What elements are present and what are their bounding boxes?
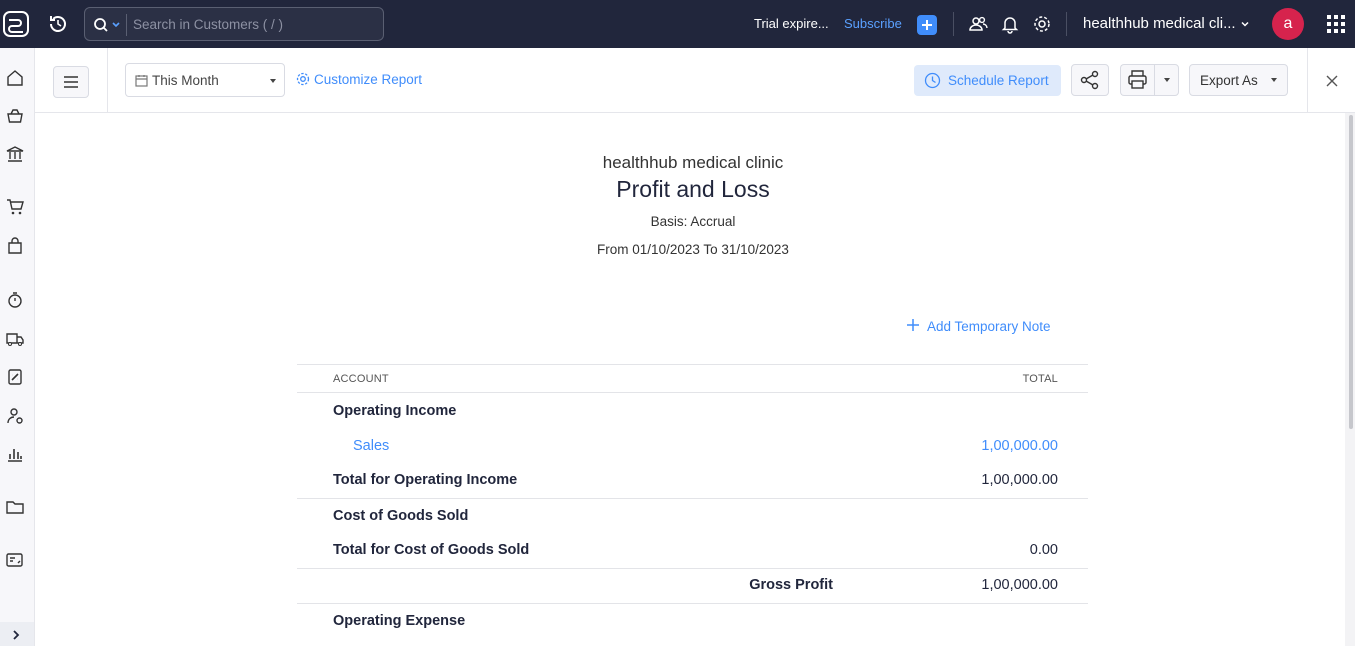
- accountant-icon[interactable]: [6, 407, 24, 425]
- schedule-report-button[interactable]: Schedule Report: [914, 65, 1061, 96]
- export-as-label: Export As: [1200, 73, 1258, 88]
- section-heading-operating-income: Operating Income: [333, 403, 457, 419]
- printer-icon: [1128, 70, 1147, 89]
- report-toolbar: This Month Customize Report Schedule Rep…: [35, 48, 1355, 113]
- gross-profit-label: Gross Profit: [749, 577, 833, 593]
- share-icon: [1080, 70, 1099, 90]
- dropdown-caret-icon: [270, 79, 276, 83]
- top-navigation-bar: Trial expire... Subscribe healthhub medi…: [0, 0, 1355, 48]
- print-button[interactable]: [1120, 64, 1154, 96]
- column-header-total: TOTAL: [1022, 373, 1058, 385]
- toolbar-divider: [1307, 48, 1308, 112]
- date-range-dropdown[interactable]: This Month: [125, 63, 285, 97]
- notifications-bell-icon[interactable]: [1000, 14, 1020, 34]
- table-divider: [297, 392, 1088, 393]
- users-icon[interactable]: [968, 14, 988, 34]
- report-basis: Basis: Accrual: [650, 214, 736, 229]
- date-range-value: This Month: [152, 73, 219, 88]
- toolbar-divider: [107, 48, 108, 112]
- total-label-operating-income: Total for Operating Income: [333, 472, 518, 488]
- hamburger-menu-icon: [64, 76, 78, 88]
- sidebar-expand-button[interactable]: [0, 622, 34, 646]
- app-logo-icon[interactable]: [2, 10, 30, 38]
- home-icon[interactable]: [6, 69, 24, 87]
- quick-create-button[interactable]: [917, 15, 937, 35]
- report-date-range: From 01/10/2023 To 31/10/2023: [597, 242, 789, 257]
- sales-cart-icon[interactable]: [6, 198, 24, 216]
- documents-folder-icon[interactable]: [6, 498, 24, 516]
- search-icon[interactable]: [93, 16, 125, 34]
- total-value-cost-of-goods-sold: 0.00: [1029, 542, 1058, 558]
- chevron-down-icon[interactable]: [1239, 18, 1251, 30]
- section-heading-operating-expense: Operating Expense: [333, 613, 466, 629]
- gst-filing-icon[interactable]: [6, 368, 24, 386]
- subscribe-link[interactable]: Subscribe: [844, 16, 902, 31]
- plus-icon: [922, 20, 932, 30]
- topbar-divider: [1066, 12, 1067, 36]
- total-label-cost-of-goods-sold: Total for Cost of Goods Sold: [333, 542, 530, 558]
- section-heading-cost-of-goods-sold: Cost of Goods Sold: [333, 508, 469, 524]
- table-divider: [297, 603, 1088, 604]
- clock-icon: [924, 72, 941, 89]
- dropdown-caret-icon: [1164, 78, 1170, 82]
- schedule-report-label: Schedule Report: [948, 73, 1049, 88]
- purchases-bag-icon[interactable]: [6, 237, 24, 255]
- report-organization-name: healthhub medical clinic: [602, 153, 784, 172]
- chevron-right-icon: [13, 630, 20, 640]
- recent-history-icon[interactable]: [46, 12, 70, 36]
- report-content: healthhub medical clinic Profit and Loss…: [35, 113, 1345, 646]
- gear-icon: [296, 72, 310, 86]
- close-icon[interactable]: [1325, 74, 1339, 88]
- share-button[interactable]: [1071, 64, 1109, 96]
- organization-switcher[interactable]: healthhub medical cli...: [1083, 15, 1236, 32]
- items-icon[interactable]: [6, 107, 24, 125]
- app-grid-icon[interactable]: [1326, 14, 1346, 34]
- report-scrollbar[interactable]: [1345, 113, 1355, 646]
- user-avatar[interactable]: a: [1272, 8, 1304, 40]
- e-way-bill-truck-icon[interactable]: [6, 330, 24, 348]
- export-as-dropdown[interactable]: Export As: [1189, 64, 1288, 96]
- global-search: [84, 7, 384, 41]
- gross-profit-value: 1,00,000.00: [981, 577, 1058, 593]
- time-tracking-icon[interactable]: [6, 291, 24, 309]
- column-header-account: ACCOUNT: [333, 373, 389, 385]
- dropdown-caret-icon: [1271, 78, 1277, 82]
- table-divider: [297, 364, 1088, 365]
- search-divider: [126, 14, 127, 36]
- search-input[interactable]: [133, 8, 373, 40]
- customize-report-label: Customize Report: [314, 72, 423, 87]
- topbar-divider: [953, 12, 954, 36]
- table-divider: [297, 498, 1088, 499]
- report-menu-button[interactable]: [53, 66, 89, 98]
- report-title: Profit and Loss: [616, 176, 770, 202]
- table-divider: [297, 568, 1088, 569]
- total-value-operating-income: 1,00,000.00: [981, 472, 1058, 488]
- add-temporary-note-label: Add Temporary Note: [927, 319, 1051, 334]
- trial-status-text[interactable]: Trial expire...: [754, 16, 829, 31]
- amount-link-sales[interactable]: 1,00,000.00: [981, 438, 1058, 454]
- banking-icon[interactable]: [6, 145, 24, 163]
- plus-icon: [907, 319, 919, 331]
- reports-chart-icon[interactable]: [6, 445, 24, 463]
- print-options-dropdown[interactable]: [1154, 64, 1179, 96]
- calendar-icon: [135, 75, 148, 87]
- left-sidebar: [0, 48, 35, 646]
- settings-gear-icon[interactable]: [1032, 14, 1052, 34]
- scrollbar-thumb[interactable]: [1349, 115, 1353, 429]
- account-link-sales[interactable]: Sales: [353, 438, 389, 454]
- configure-features-icon[interactable]: [6, 551, 24, 569]
